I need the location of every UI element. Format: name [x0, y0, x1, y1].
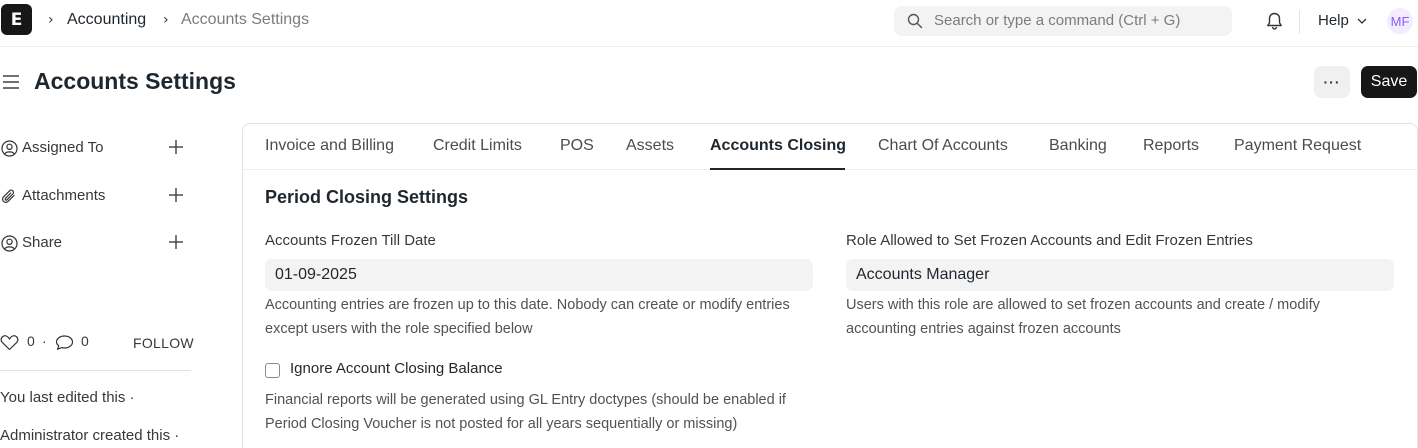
sidebar-item-label: Assigned To [22, 139, 104, 156]
comment-icon[interactable] [55, 334, 74, 351]
frozen-date-description: Accounting entries are frozen up to this… [265, 297, 790, 337]
heart-icon[interactable] [0, 334, 19, 351]
search-bar[interactable]: Search or type a command (Ctrl + G) [894, 6, 1232, 36]
ignore-closing-balance-checkbox[interactable] [265, 363, 280, 378]
help-label: Help [1318, 12, 1349, 29]
app-logo[interactable]: E [1, 4, 32, 35]
user-add-icon [1, 140, 18, 157]
tab-accounts-closing[interactable]: Accounts Closing [710, 137, 846, 155]
sidebar-assigned-to[interactable]: Assigned To [0, 137, 190, 161]
sidebar-share[interactable]: Share [0, 232, 190, 256]
follow-button[interactable]: FOLLOW [133, 335, 194, 351]
frozen-role-label: Role Allowed to Set Frozen Accounts and … [846, 232, 1253, 249]
sidebar-item-label: Attachments [22, 187, 106, 204]
tab-pos[interactable]: POS [560, 137, 594, 155]
chevron-down-icon [1357, 18, 1367, 24]
sidebar-divider [0, 370, 191, 371]
tab-payment-request[interactable]: Payment Request [1234, 137, 1361, 155]
help-menu[interactable]: Help [1318, 12, 1367, 29]
frozen-role-select[interactable]: Accounts Manager [846, 259, 1394, 291]
settings-form-card: Invoice and Billing Credit Limits POS As… [242, 123, 1418, 448]
frozen-role-description: Users with this role are allowed to set … [846, 297, 1320, 337]
likes-count: 0 [27, 333, 35, 349]
chevron-right-icon: › [48, 12, 54, 28]
active-tab-indicator [710, 168, 845, 170]
frozen-date-label: Accounts Frozen Till Date [265, 232, 436, 249]
sidebar-attachments[interactable]: Attachments [0, 185, 190, 209]
page-title: Accounts Settings [34, 68, 236, 94]
separator-dot: · [42, 333, 47, 349]
plus-icon[interactable] [168, 234, 184, 250]
reactions-bar: 0 · 0 FOLLOW [0, 332, 194, 354]
plus-icon[interactable] [168, 139, 184, 155]
activity-last-edited: You last edited this · [0, 389, 135, 406]
paperclip-icon [1, 189, 15, 203]
breadcrumb-accounting[interactable]: Accounting [67, 11, 146, 29]
chevron-right-icon: › [163, 12, 169, 28]
tab-chart-of-accounts[interactable]: Chart Of Accounts [878, 137, 1008, 155]
tab-assets[interactable]: Assets [626, 137, 674, 155]
sidebar-toggle-icon[interactable] [3, 74, 19, 90]
user-avatar[interactable]: MF [1387, 8, 1413, 34]
frozen-date-input[interactable]: 01-09-2025 [265, 259, 813, 291]
section-title: Period Closing Settings [265, 187, 469, 207]
tab-bar: Invoice and Billing Credit Limits POS As… [243, 124, 1417, 170]
tab-banking[interactable]: Banking [1049, 137, 1107, 155]
tab-credit-limits[interactable]: Credit Limits [433, 137, 522, 155]
navbar: E › Accounting › Accounts Settings Searc… [0, 0, 1418, 47]
sidebar-item-label: Share [22, 234, 63, 251]
more-actions-button[interactable]: ··· [1314, 66, 1350, 98]
bell-icon[interactable] [1265, 11, 1284, 31]
comments-count: 0 [81, 333, 89, 349]
breadcrumb-accounts-settings[interactable]: Accounts Settings [181, 11, 309, 29]
tab-invoice-and-billing[interactable]: Invoice and Billing [265, 137, 394, 155]
navbar-divider [1299, 10, 1300, 34]
plus-icon[interactable] [168, 187, 184, 203]
tab-reports[interactable]: Reports [1143, 137, 1199, 155]
ignore-closing-balance-description: Financial reports will be generated usin… [265, 392, 786, 432]
search-icon [907, 13, 923, 29]
save-button[interactable]: Save [1361, 66, 1417, 98]
ignore-closing-balance-label[interactable]: Ignore Account Closing Balance [290, 360, 503, 377]
activity-created: Administrator created this · [0, 427, 180, 444]
user-share-icon [1, 235, 18, 252]
logo-letter: E [10, 9, 23, 30]
search-placeholder: Search or type a command (Ctrl + G) [934, 12, 1181, 29]
